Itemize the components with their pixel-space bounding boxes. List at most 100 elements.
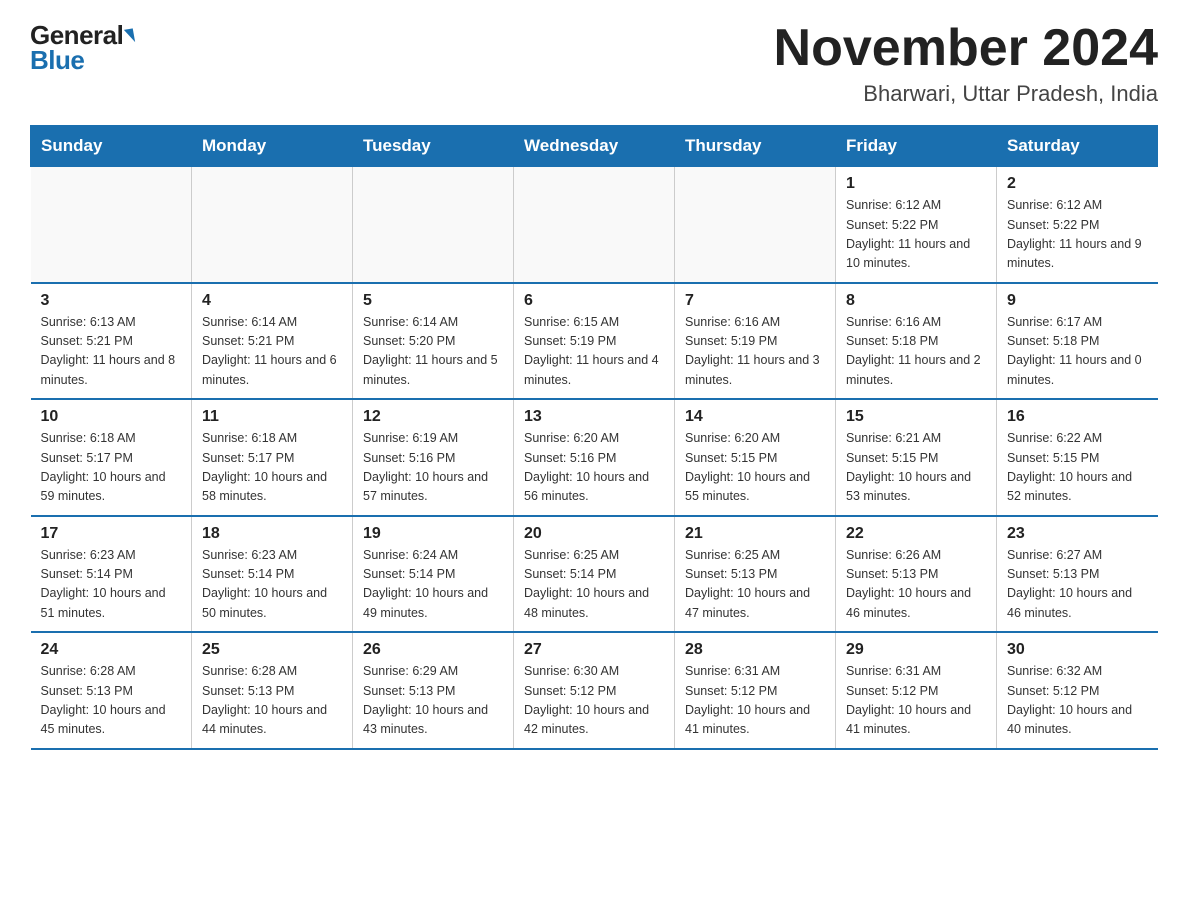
- day-info: Sunrise: 6:15 AM Sunset: 5:19 PM Dayligh…: [524, 315, 659, 387]
- page-header: General Blue November 2024 Bharwari, Utt…: [30, 20, 1158, 107]
- weekday-header-saturday: Saturday: [997, 126, 1158, 167]
- calendar-cell: 21 Sunrise: 6:25 AM Sunset: 5:13 PM Dayli…: [675, 516, 836, 633]
- logo: General Blue: [30, 20, 134, 76]
- day-number: 12: [363, 408, 503, 426]
- calendar-row: 24Sunrise: 6:28 AM Sunset: 5:13 PM Dayli…: [31, 632, 1158, 749]
- calendar-cell: 13Sunrise: 6:20 AM Sunset: 5:16 PM Dayli…: [514, 399, 675, 516]
- calendar-cell: 2Sunrise: 6:12 AM Sunset: 5:22 PM Daylig…: [997, 167, 1158, 283]
- day-info: Sunrise: 6:30 AM Sunset: 5:12 PM Dayligh…: [524, 664, 649, 736]
- day-info: Sunrise: 6:12 AM Sunset: 5:22 PM Dayligh…: [846, 198, 970, 270]
- calendar-cell: 29 Sunrise: 6:31 AM Sunset: 5:12 PM Dayli…: [836, 632, 997, 749]
- day-info: Sunrise: 6:23 AM Sunset: 5:14 PM Dayligh…: [202, 548, 327, 620]
- day-number: 5: [363, 292, 503, 310]
- day-number: 30: [1007, 641, 1148, 659]
- weekday-header-friday: Friday: [836, 126, 997, 167]
- title-section: November 2024 Bharwari, Uttar Pradesh, I…: [774, 20, 1158, 107]
- day-number: 10: [41, 408, 182, 426]
- calendar-cell: 27 Sunrise: 6:30 AM Sunset: 5:12 PM Dayli…: [514, 632, 675, 749]
- day-number: 1: [846, 175, 986, 193]
- logo-blue-text: Blue: [30, 45, 84, 76]
- calendar-table: SundayMondayTuesdayWednesdayThursdayFrid…: [30, 125, 1158, 750]
- day-number: 20: [524, 525, 664, 543]
- day-number: 11: [202, 408, 342, 426]
- weekday-header-thursday: Thursday: [675, 126, 836, 167]
- day-number: 22: [846, 525, 986, 543]
- calendar-cell: 14Sunrise: 6:20 AM Sunset: 5:15 PM Dayli…: [675, 399, 836, 516]
- calendar-cell: 16 Sunrise: 6:22 AM Sunset: 5:15 PM Dayli…: [997, 399, 1158, 516]
- day-number: 18: [202, 525, 342, 543]
- calendar-cell: 28Sunrise: 6:31 AM Sunset: 5:12 PM Dayli…: [675, 632, 836, 749]
- month-title: November 2024: [774, 20, 1158, 77]
- calendar-cell: 22 Sunrise: 6:26 AM Sunset: 5:13 PM Dayli…: [836, 516, 997, 633]
- calendar-cell: [31, 167, 192, 283]
- day-info: Sunrise: 6:19 AM Sunset: 5:16 PM Dayligh…: [363, 431, 488, 503]
- calendar-cell: 9 Sunrise: 6:17 AM Sunset: 5:18 PM Daylig…: [997, 283, 1158, 400]
- day-info: Sunrise: 6:16 AM Sunset: 5:18 PM Dayligh…: [846, 315, 981, 387]
- day-number: 26: [363, 641, 503, 659]
- weekday-header-row: SundayMondayTuesdayWednesdayThursdayFrid…: [31, 126, 1158, 167]
- day-info: Sunrise: 6:26 AM Sunset: 5:13 PM Dayligh…: [846, 548, 971, 620]
- day-number: 8: [846, 292, 986, 310]
- calendar-cell: 20 Sunrise: 6:25 AM Sunset: 5:14 PM Dayli…: [514, 516, 675, 633]
- day-number: 29: [846, 641, 986, 659]
- day-info: Sunrise: 6:14 AM Sunset: 5:21 PM Dayligh…: [202, 315, 337, 387]
- day-info: Sunrise: 6:13 AM Sunset: 5:21 PM Dayligh…: [41, 315, 176, 387]
- calendar-cell: 3Sunrise: 6:13 AM Sunset: 5:21 PM Daylig…: [31, 283, 192, 400]
- calendar-cell: 15 Sunrise: 6:21 AM Sunset: 5:15 PM Dayli…: [836, 399, 997, 516]
- weekday-header-monday: Monday: [192, 126, 353, 167]
- day-number: 25: [202, 641, 342, 659]
- day-info: Sunrise: 6:28 AM Sunset: 5:13 PM Dayligh…: [41, 664, 166, 736]
- day-info: Sunrise: 6:29 AM Sunset: 5:13 PM Dayligh…: [363, 664, 488, 736]
- calendar-cell: 10 Sunrise: 6:18 AM Sunset: 5:17 PM Dayli…: [31, 399, 192, 516]
- weekday-header-sunday: Sunday: [31, 126, 192, 167]
- calendar-row: 10 Sunrise: 6:18 AM Sunset: 5:17 PM Dayli…: [31, 399, 1158, 516]
- calendar-row: 3Sunrise: 6:13 AM Sunset: 5:21 PM Daylig…: [31, 283, 1158, 400]
- calendar-cell: 6 Sunrise: 6:15 AM Sunset: 5:19 PM Daylig…: [514, 283, 675, 400]
- day-number: 9: [1007, 292, 1148, 310]
- day-number: 23: [1007, 525, 1148, 543]
- day-number: 19: [363, 525, 503, 543]
- calendar-body: 1 Sunrise: 6:12 AM Sunset: 5:22 PM Daylig…: [31, 167, 1158, 749]
- day-info: Sunrise: 6:20 AM Sunset: 5:15 PM Dayligh…: [685, 431, 810, 503]
- day-info: Sunrise: 6:24 AM Sunset: 5:14 PM Dayligh…: [363, 548, 488, 620]
- calendar-cell: 12 Sunrise: 6:19 AM Sunset: 5:16 PM Dayli…: [353, 399, 514, 516]
- day-info: Sunrise: 6:16 AM Sunset: 5:19 PM Dayligh…: [685, 315, 820, 387]
- day-info: Sunrise: 6:31 AM Sunset: 5:12 PM Dayligh…: [846, 664, 971, 736]
- calendar-cell: 25 Sunrise: 6:28 AM Sunset: 5:13 PM Dayli…: [192, 632, 353, 749]
- calendar-row: 17Sunrise: 6:23 AM Sunset: 5:14 PM Dayli…: [31, 516, 1158, 633]
- day-number: 6: [524, 292, 664, 310]
- calendar-cell: [675, 167, 836, 283]
- day-info: Sunrise: 6:25 AM Sunset: 5:14 PM Dayligh…: [524, 548, 649, 620]
- calendar-cell: 7Sunrise: 6:16 AM Sunset: 5:19 PM Daylig…: [675, 283, 836, 400]
- day-info: Sunrise: 6:21 AM Sunset: 5:15 PM Dayligh…: [846, 431, 971, 503]
- calendar-cell: 11 Sunrise: 6:18 AM Sunset: 5:17 PM Dayli…: [192, 399, 353, 516]
- calendar-cell: 17Sunrise: 6:23 AM Sunset: 5:14 PM Dayli…: [31, 516, 192, 633]
- day-info: Sunrise: 6:22 AM Sunset: 5:15 PM Dayligh…: [1007, 431, 1132, 503]
- location-title: Bharwari, Uttar Pradesh, India: [774, 81, 1158, 107]
- weekday-header-wednesday: Wednesday: [514, 126, 675, 167]
- day-info: Sunrise: 6:18 AM Sunset: 5:17 PM Dayligh…: [41, 431, 166, 503]
- day-info: Sunrise: 6:17 AM Sunset: 5:18 PM Dayligh…: [1007, 315, 1142, 387]
- day-number: 4: [202, 292, 342, 310]
- calendar-cell: [192, 167, 353, 283]
- day-number: 28: [685, 641, 825, 659]
- day-number: 16: [1007, 408, 1148, 426]
- calendar-cell: [353, 167, 514, 283]
- calendar-cell: 5Sunrise: 6:14 AM Sunset: 5:20 PM Daylig…: [353, 283, 514, 400]
- day-info: Sunrise: 6:28 AM Sunset: 5:13 PM Dayligh…: [202, 664, 327, 736]
- day-info: Sunrise: 6:27 AM Sunset: 5:13 PM Dayligh…: [1007, 548, 1132, 620]
- calendar-cell: 1 Sunrise: 6:12 AM Sunset: 5:22 PM Daylig…: [836, 167, 997, 283]
- day-number: 15: [846, 408, 986, 426]
- day-info: Sunrise: 6:20 AM Sunset: 5:16 PM Dayligh…: [524, 431, 649, 503]
- day-number: 21: [685, 525, 825, 543]
- calendar-cell: 24Sunrise: 6:28 AM Sunset: 5:13 PM Dayli…: [31, 632, 192, 749]
- day-number: 27: [524, 641, 664, 659]
- calendar-cell: 23 Sunrise: 6:27 AM Sunset: 5:13 PM Dayli…: [997, 516, 1158, 633]
- calendar-cell: 26 Sunrise: 6:29 AM Sunset: 5:13 PM Dayli…: [353, 632, 514, 749]
- day-info: Sunrise: 6:25 AM Sunset: 5:13 PM Dayligh…: [685, 548, 810, 620]
- calendar-cell: [514, 167, 675, 283]
- calendar-cell: 8 Sunrise: 6:16 AM Sunset: 5:18 PM Daylig…: [836, 283, 997, 400]
- day-info: Sunrise: 6:18 AM Sunset: 5:17 PM Dayligh…: [202, 431, 327, 503]
- calendar-cell: 18 Sunrise: 6:23 AM Sunset: 5:14 PM Dayli…: [192, 516, 353, 633]
- calendar-cell: 30Sunrise: 6:32 AM Sunset: 5:12 PM Dayli…: [997, 632, 1158, 749]
